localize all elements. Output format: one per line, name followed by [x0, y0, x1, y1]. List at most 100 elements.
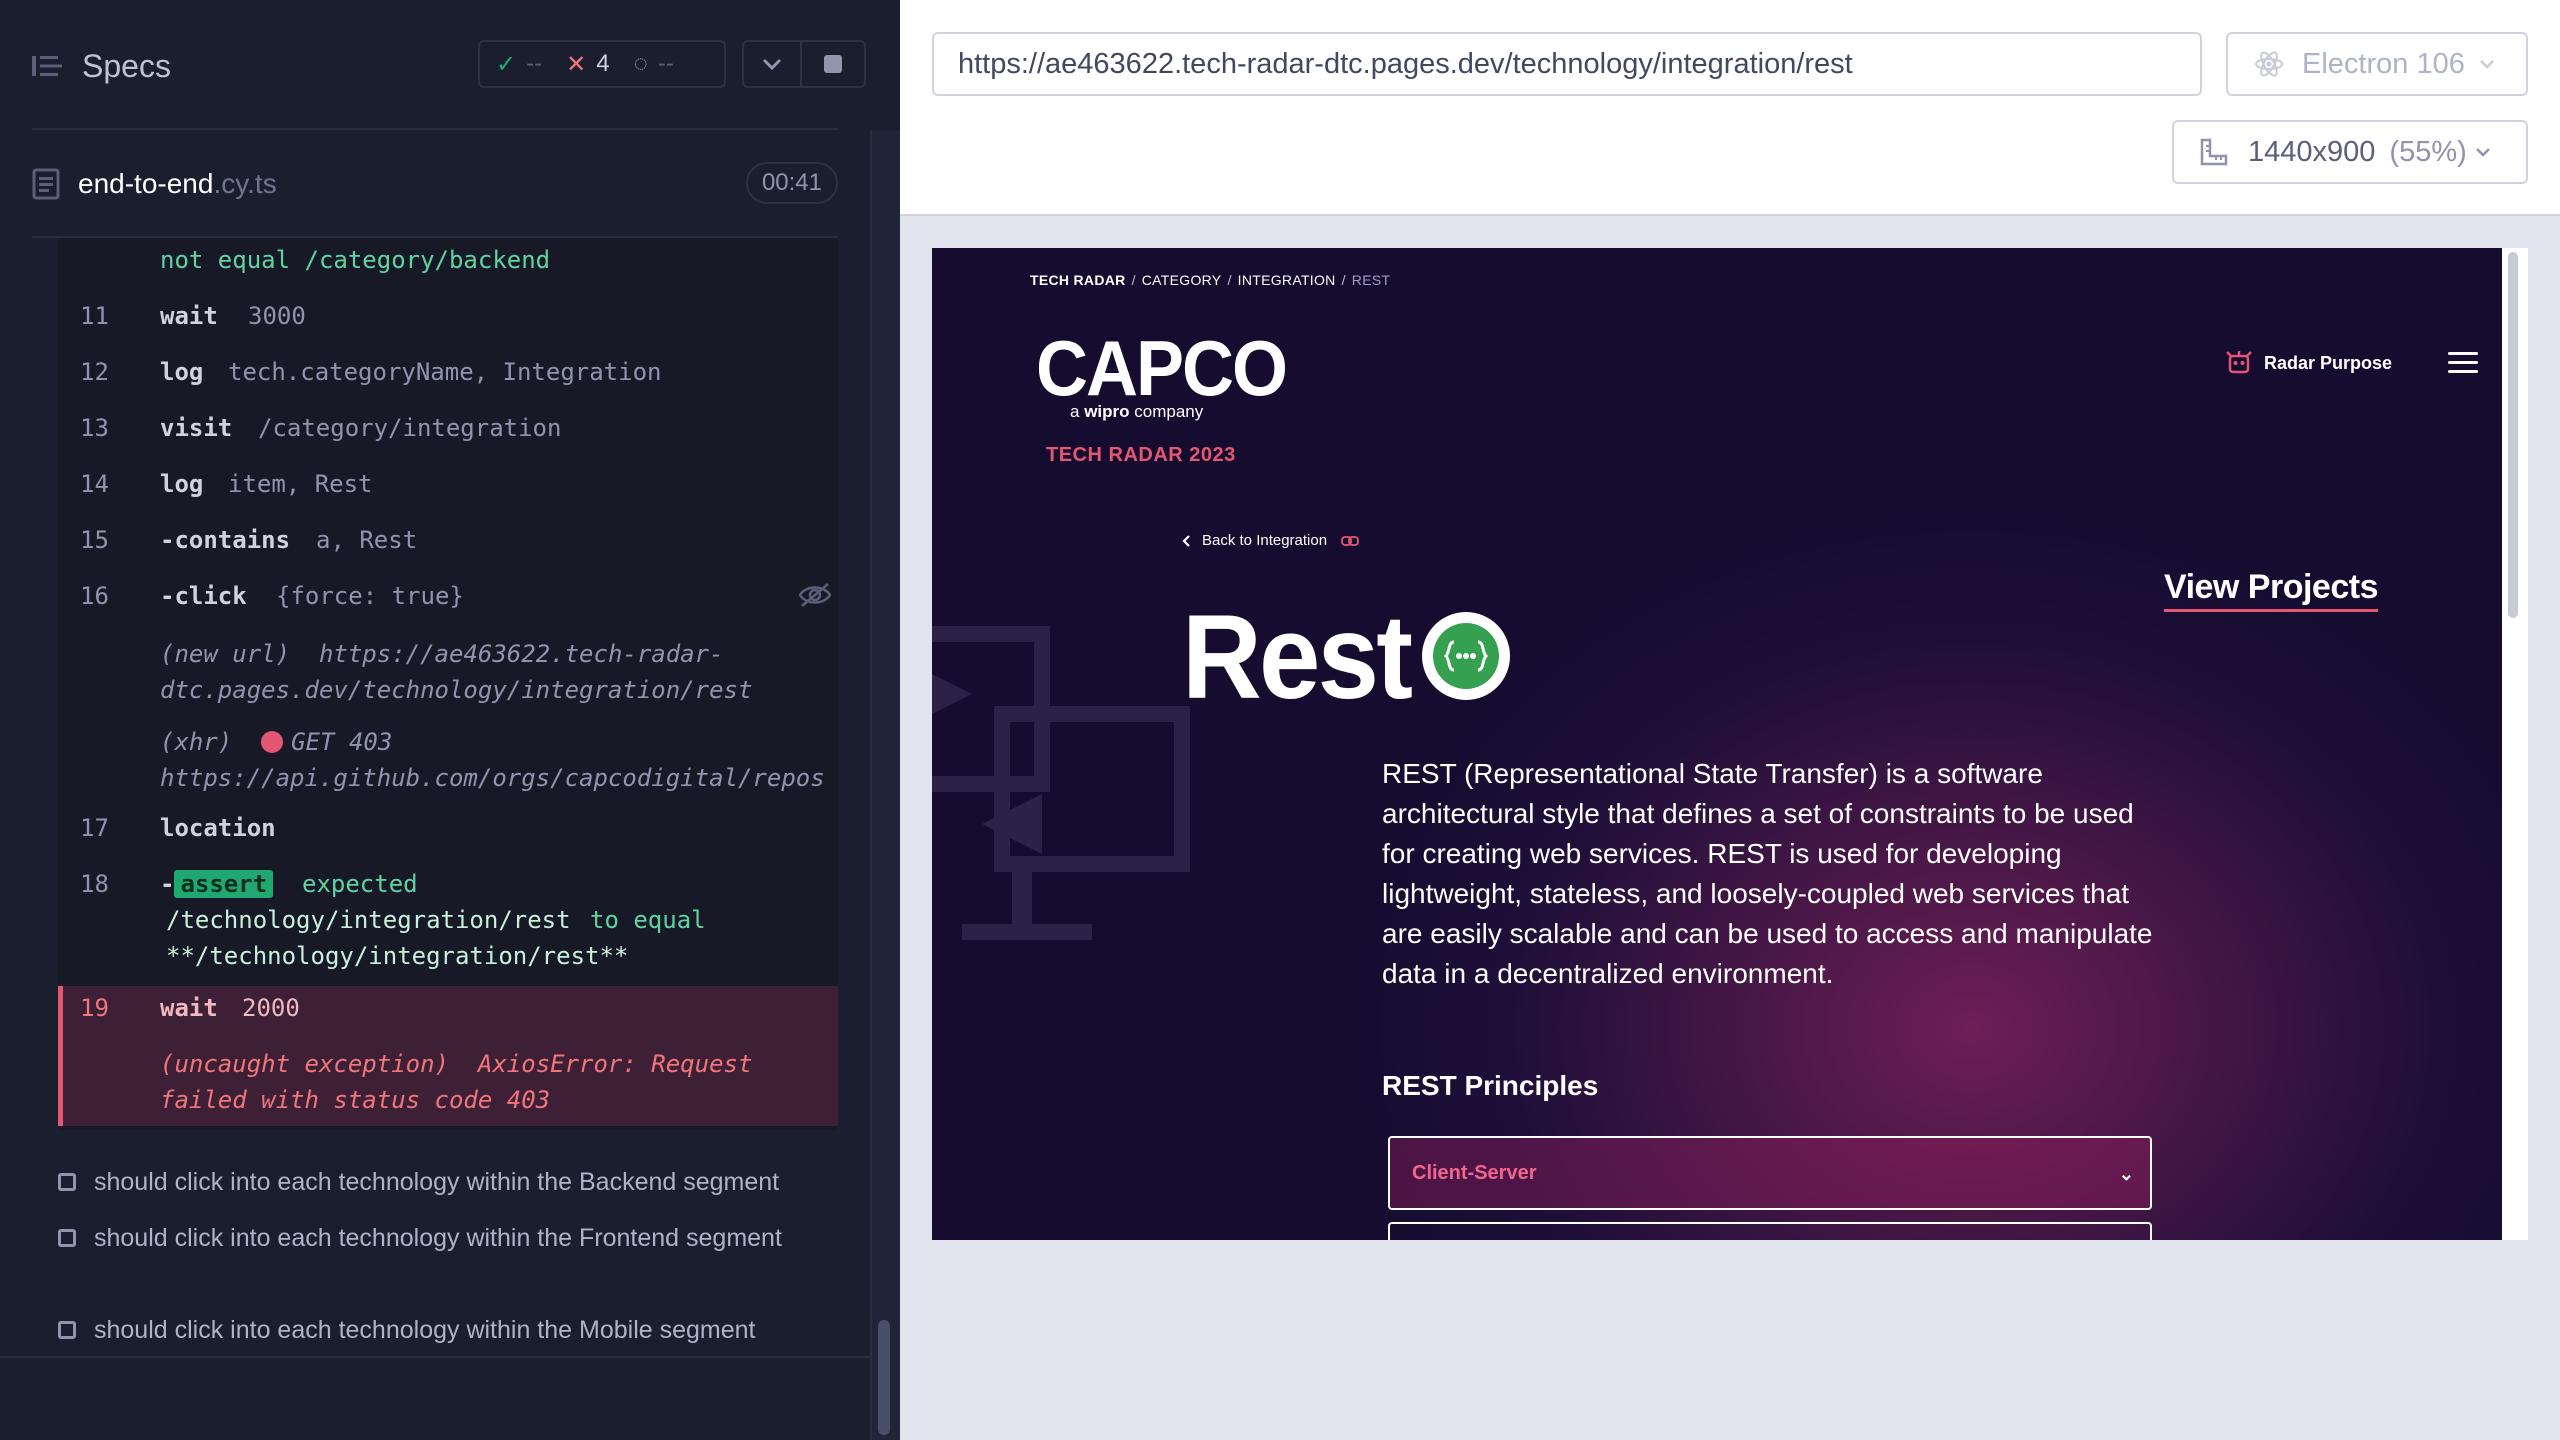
passed-stat: ✓ -- [496, 50, 542, 79]
command-log: not equal /category/backend 11 wait 3000… [58, 238, 838, 1130]
stop-button[interactable] [800, 40, 866, 88]
chevron-down-icon [762, 58, 782, 70]
pending-test[interactable]: should click into each technology within… [58, 1164, 838, 1200]
capco-logo[interactable]: CAPCO [1036, 325, 1288, 414]
link-icon [1341, 535, 1359, 546]
back-link-label: Back to Integration [1202, 532, 1328, 549]
passed-count: -- [526, 50, 543, 77]
bottom-divider [0, 1356, 870, 1358]
error-dot-icon [261, 731, 284, 753]
page-title: Rest [1182, 590, 1413, 724]
assert-to-equal: to equal [590, 906, 706, 934]
url-bar[interactable]: https://ae463622.tech-radar-dtc.pages.de… [932, 32, 2202, 96]
chevron-left-icon [1182, 534, 1190, 547]
command-message: 2000 [242, 994, 300, 1022]
document-icon [32, 168, 60, 200]
pending-stat: ◌ -- [634, 50, 674, 78]
principle-accordion-next[interactable] [1388, 1222, 2152, 1240]
command-name: wait [160, 994, 218, 1022]
command-name: -contains [160, 526, 291, 554]
chevron-down-icon [2479, 60, 2494, 69]
api-icon [1422, 612, 1510, 700]
command-message: /category/integration [258, 414, 562, 442]
xhr-label: (xhr) [160, 728, 233, 756]
xhr-status: GET 403 [291, 728, 393, 756]
app-under-test: TECH RADAR / CATEGORY / INTEGRATION / REST CAP… [932, 248, 2502, 1240]
command-number: 14 [80, 470, 109, 498]
eye-off-icon[interactable] [798, 582, 832, 608]
stop-icon [824, 55, 842, 73]
viewport-select[interactable]: 1440x900 (55%) [2172, 120, 2528, 184]
command-name: location [160, 814, 276, 842]
command-message: 3000 [248, 302, 306, 330]
assert-target: **/technology/integration/rest** [166, 942, 629, 970]
radar-year: TECH RADAR 2023 [1046, 444, 1236, 466]
breadcrumb-item[interactable]: INTEGRATION [1238, 272, 1336, 288]
command-message: {force: true} [276, 582, 464, 610]
menu-icon[interactable] [2448, 352, 2478, 374]
electron-icon [2255, 51, 2283, 77]
reporter-header: Specs ✓ -- ✕ 4 ◌ -- [0, 0, 900, 130]
command-name: wait [160, 302, 218, 330]
logo-sub-rest: company [1134, 402, 1204, 421]
assert-badge: assert [174, 870, 274, 898]
principles-heading: REST Principles [1382, 1070, 1599, 1101]
collapse-button[interactable] [742, 40, 802, 88]
back-link[interactable]: Back to Integration [1180, 532, 1359, 549]
view-projects-link[interactable]: View Projects [2164, 568, 2379, 612]
ruler-icon [2200, 138, 2228, 166]
error-text: (uncaught exception) AxiosError: Request [160, 1046, 752, 1082]
command-number: 12 [80, 358, 109, 386]
spec-duration: 00:41 [745, 162, 838, 204]
command-number: 16 [80, 582, 109, 610]
error-msg-2: failed with status code 403 [160, 1086, 551, 1114]
checkbox-icon [58, 1321, 76, 1339]
xhr-url: https://api.github.com/orgs/capcodigital… [160, 764, 825, 792]
failed-count: 4 [596, 50, 610, 77]
logo-sub-a: a [1070, 402, 1080, 421]
command-name: -click [160, 582, 247, 610]
spec-file-header[interactable]: end-to-end .cy.ts 00:41 [32, 160, 838, 208]
spec-file-name: end-to-end [78, 168, 214, 199]
new-url-text: (new url) https://ae463622.tech-radar- [160, 636, 724, 672]
breadcrumb-current: REST [1351, 272, 1391, 288]
header-divider [32, 128, 838, 130]
pending-test[interactable]: should click into each technology within… [58, 1220, 818, 1256]
reporter-scroll-thumb[interactable] [878, 1320, 890, 1435]
checkbox-icon [58, 1173, 76, 1191]
test-title: should click into each technology within… [94, 1168, 780, 1196]
spec-file-ext: .cy.ts [213, 168, 277, 199]
failed-command[interactable]: 19 wait 2000 (uncaught exception) AxiosE… [58, 986, 838, 1126]
app-scroll-thumb[interactable] [2508, 252, 2518, 618]
command-message: not equal /category/backend [160, 246, 551, 274]
breadcrumb: TECH RADAR / CATEGORY / INTEGRATION / REST [1030, 272, 1391, 288]
assert-dash: - [160, 870, 175, 898]
test-stats: ✓ -- ✕ 4 ◌ -- [478, 40, 726, 88]
command-number: 18 [80, 870, 109, 898]
radar-purpose-label: Radar Purpose [2264, 352, 2393, 373]
breadcrumb-item[interactable]: CATEGORY [1142, 272, 1222, 288]
breadcrumb-item[interactable]: TECH RADAR [1030, 272, 1126, 288]
failed-stat: ✕ 4 [566, 50, 609, 79]
radar-purpose-link[interactable]: Radar Purpose [2224, 348, 2392, 378]
reporter-scrollbar[interactable] [870, 130, 900, 1440]
command-number: 11 [80, 302, 109, 330]
browser-select[interactable]: Electron 106 [2226, 32, 2528, 96]
pending-test[interactable]: should click into each technology within… [58, 1312, 838, 1348]
viewport-scale: (55%) [2389, 135, 2467, 168]
principle-label: Client-Server [1412, 1161, 1537, 1184]
principle-accordion[interactable]: Client-Server ⌄ [1388, 1136, 2152, 1210]
specs-toggle[interactable]: Specs [32, 46, 171, 86]
pending-count: -- [657, 50, 674, 77]
aut-header: https://ae463622.tech-radar-dtc.pages.de… [900, 0, 2560, 216]
command-name: - assert [160, 866, 274, 902]
browser-name: Electron 106 [2302, 47, 2465, 80]
logo-tagline: a wipro company [1070, 402, 1203, 422]
new-url-line1: https://ae463622.tech-radar- [318, 640, 724, 668]
radar-robot-icon [2226, 351, 2252, 374]
command-number: 17 [80, 814, 109, 842]
command-number: 19 [80, 994, 109, 1022]
reporter-panel: Specs ✓ -- ✕ 4 ◌ -- end-to-end .cy.ts 00… [0, 0, 900, 1440]
checkbox-icon [58, 1229, 76, 1247]
x-icon: ✕ [566, 50, 587, 78]
